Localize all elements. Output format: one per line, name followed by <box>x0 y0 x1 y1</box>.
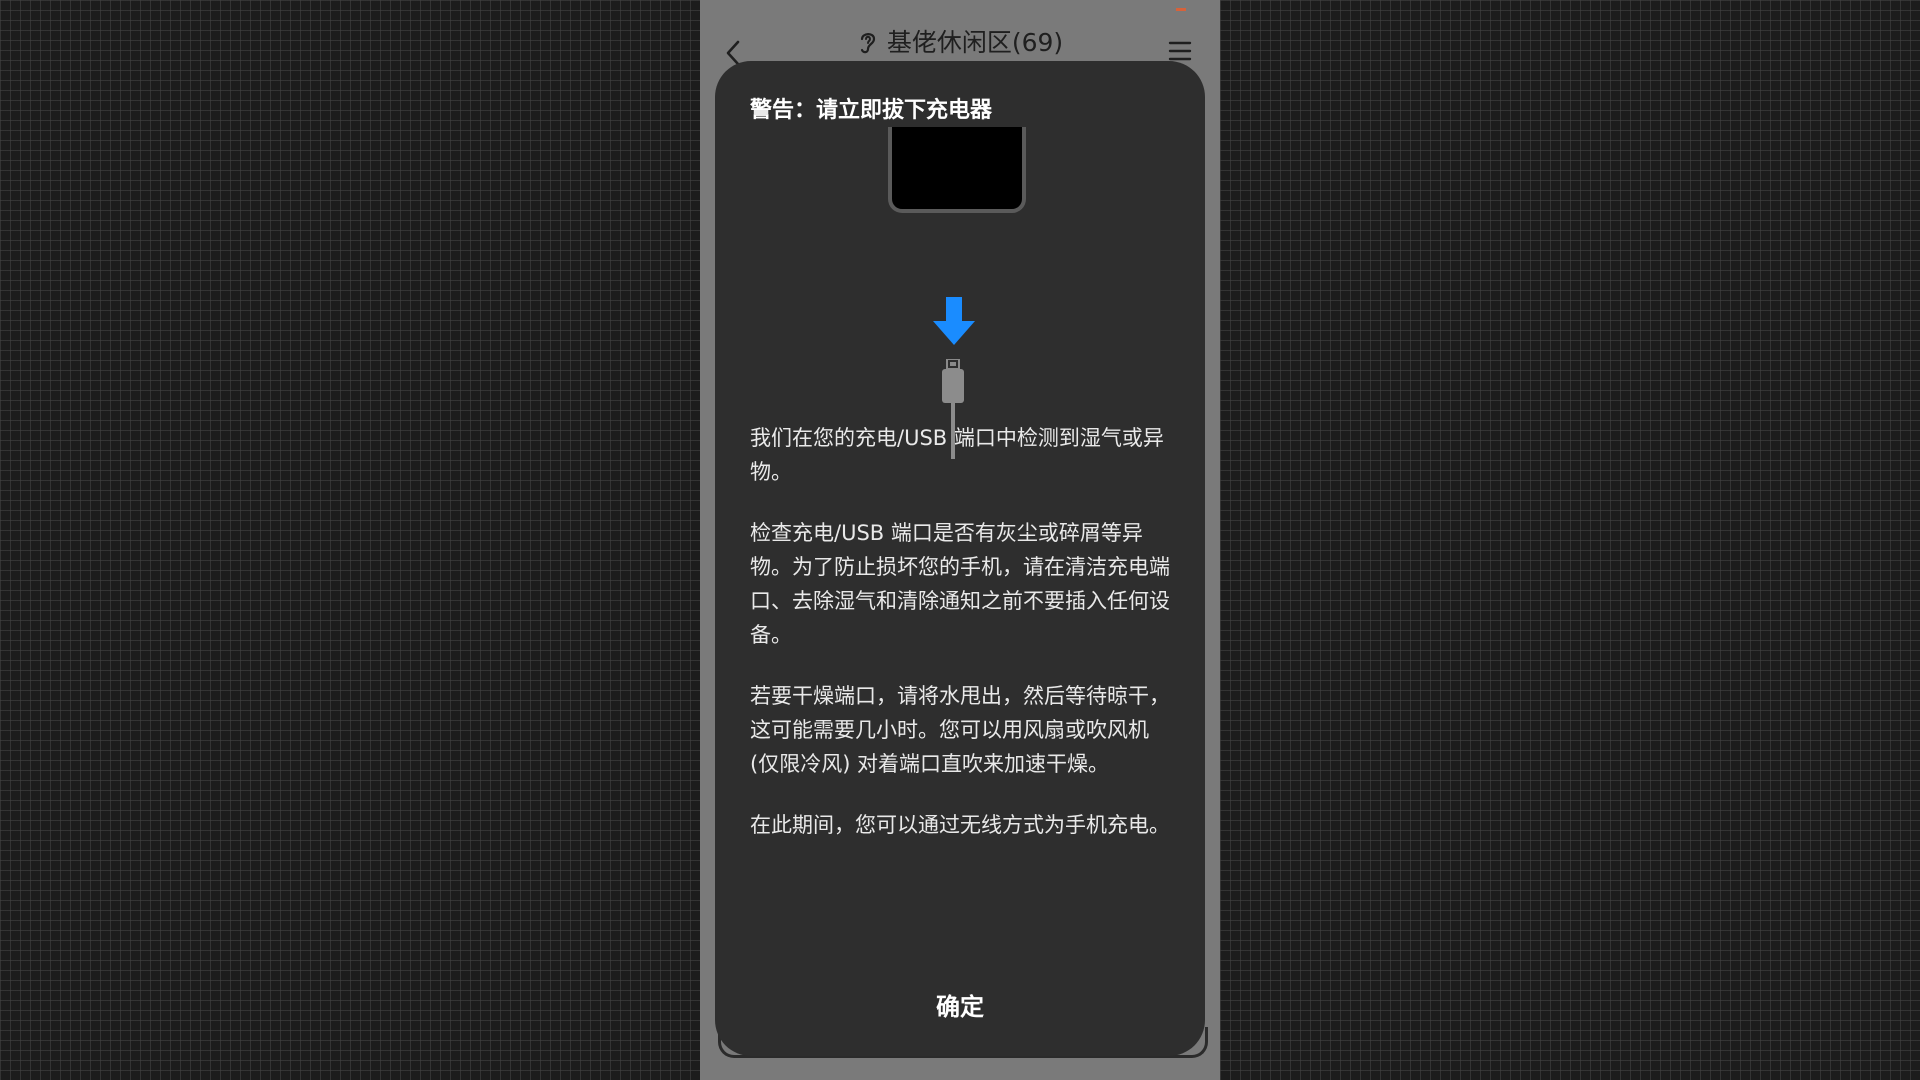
dialog-title: 警告：请立即拔下充电器 <box>750 98 993 123</box>
unplug-illustration <box>880 127 1030 459</box>
down-arrow-icon <box>933 297 975 345</box>
ear-icon <box>860 33 875 54</box>
moisture-warning-dialog: 警告：请立即拔下充电器 我们在您的充电/USB 端口中检测到湿气或异物。 检查充… <box>715 61 1205 1056</box>
chat-title-wrap[interactable]: 基佬休闲区(69) <box>700 26 1220 60</box>
dialog-paragraph: 若要干燥端口，请将水甩出，然后等待晾干，这可能需要几小时。您可以用风扇或吹风机 … <box>750 684 1170 776</box>
phone-icon <box>888 127 1026 213</box>
dialog-body: 我们在您的充电/USB 端口中检测到湿气或异物。 检查充电/USB 端口是否有灰… <box>750 421 1175 869</box>
dialog-paragraph: 我们在您的充电/USB 端口中检测到湿气或异物。 <box>750 426 1164 484</box>
chat-title: 基佬休闲区(69) <box>886 28 1064 57</box>
confirm-button[interactable]: 确定 <box>715 977 1205 1037</box>
dialog-paragraph: 在此期间，您可以通过无线方式为手机充电。 <box>750 813 1170 837</box>
phone-screen: 基佬休闲区(69) 警告：请立即拔下充电器 我们在您的充电/USB 端口中检测到… <box>700 0 1220 1080</box>
menu-icon[interactable] <box>1168 40 1192 62</box>
dialog-paragraph: 检查充电/USB 端口是否有灰尘或碎屑等异物。为了防止损坏您的手机，请在清洁充电… <box>750 521 1170 647</box>
